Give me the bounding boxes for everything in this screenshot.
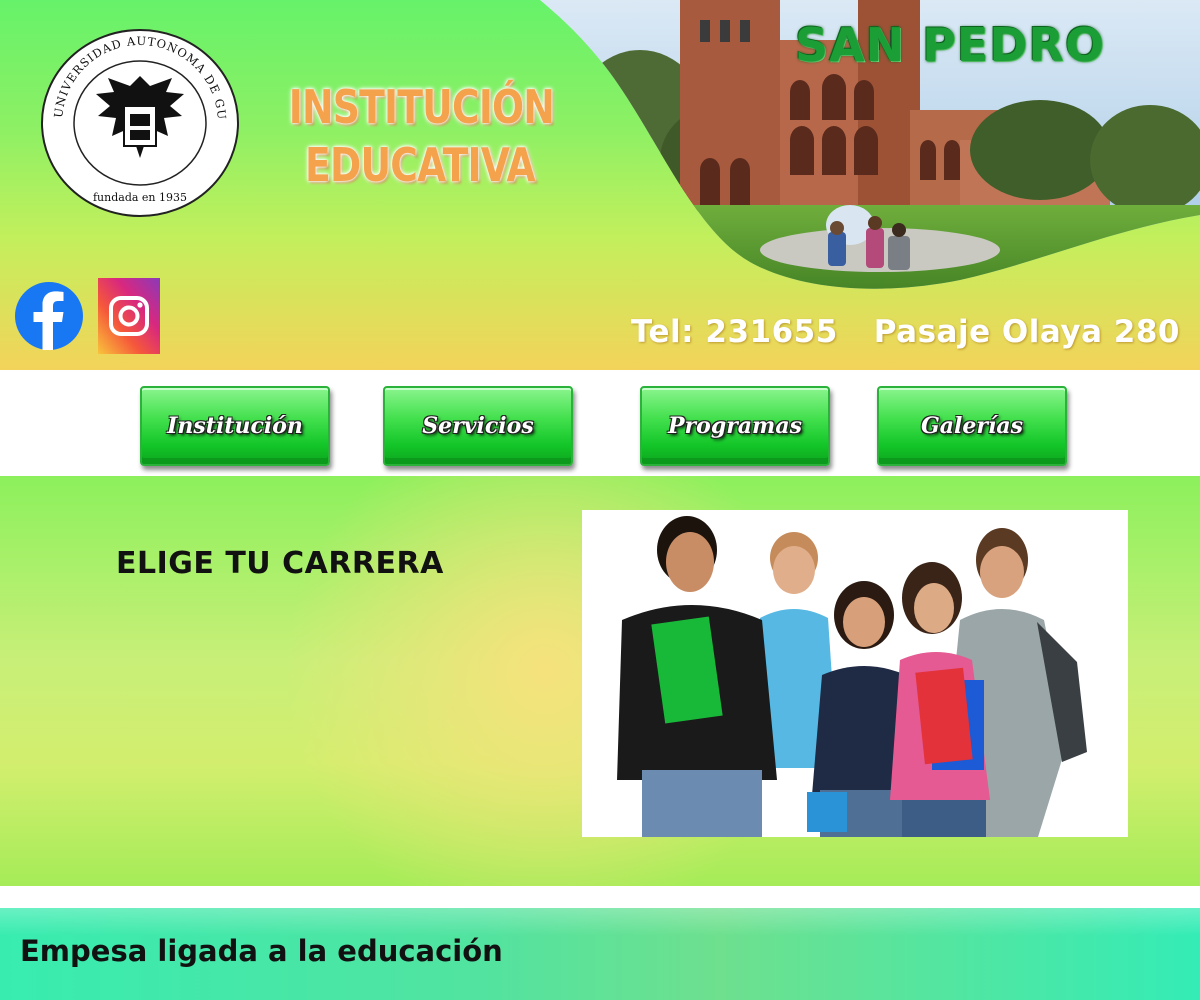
facebook-icon[interactable]	[14, 278, 84, 354]
nav-button-galerias[interactable]: Galerías	[877, 386, 1067, 466]
phone-number: Tel: 231655	[631, 314, 838, 350]
nav-label: Servicios	[422, 413, 534, 439]
instagram-icon[interactable]	[98, 278, 160, 354]
nav-button-servicios[interactable]: Servicios	[383, 386, 573, 466]
title-line-2: EDUCATIVA	[305, 138, 536, 192]
contact-info: Tel: 231655 Pasaje Olaya 280	[600, 314, 1180, 350]
site-footer: Empesa ligada a la educación	[0, 908, 1200, 1000]
nav-button-programas[interactable]: Programas	[640, 386, 830, 466]
title-line-1: INSTITUCIÓN	[288, 80, 555, 134]
nav-label: Galerías	[921, 413, 1023, 439]
section-divider	[0, 886, 1200, 908]
institution-title: INSTITUCIÓN EDUCATIVA	[288, 78, 555, 194]
university-seal-logo: UNIVERSIDAD AUTONOMA DE GUADALAJARA fund…	[40, 28, 239, 217]
campus-name: SAN PEDRO	[794, 18, 1106, 72]
main-navigation: Institución Servicios Programas Galerías	[0, 370, 1200, 476]
students-photo	[582, 510, 1128, 837]
main-content: ELIGE TU CARRERA	[0, 476, 1200, 886]
section-title: ELIGE TU CARRERA	[116, 546, 444, 581]
seal-founded-text: fundada en 1935	[93, 191, 187, 204]
address: Pasaje Olaya 280	[873, 314, 1180, 350]
nav-label: Institución	[167, 413, 303, 439]
footer-tagline: Empesa ligada a la educación	[20, 934, 503, 968]
site-header: SAN PEDRO UNIVERSIDAD AUTONOMA DE GUADAL…	[0, 0, 1200, 370]
nav-button-institucion[interactable]: Institución	[140, 386, 330, 466]
nav-label: Programas	[668, 413, 802, 439]
